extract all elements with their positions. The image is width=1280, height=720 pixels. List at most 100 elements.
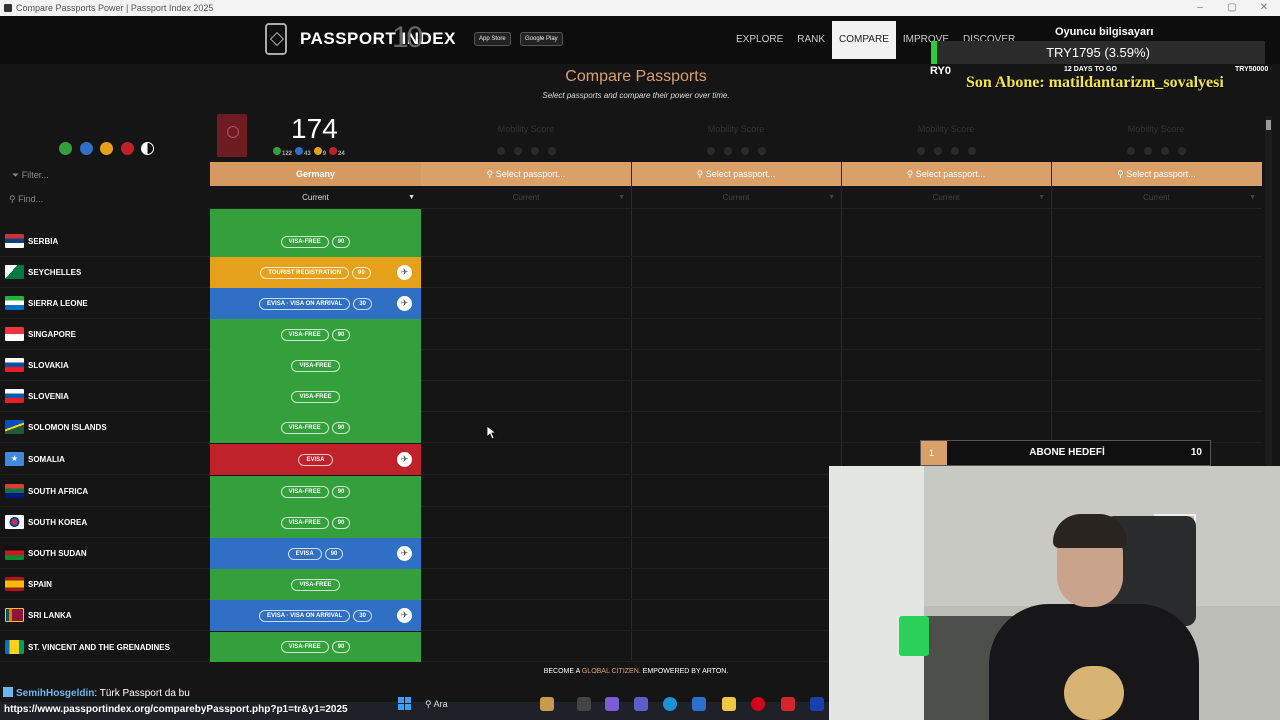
visa-cell[interactable]: VISA-FREE 90 [210,632,421,662]
country-name: SERBIA [28,237,59,246]
footer-link-arton[interactable]: ARTON. [702,668,728,675]
visa-days-pill: 90 [331,516,351,529]
visa-cell[interactable]: VISA-FREE 90 [210,412,421,443]
table-row[interactable]: SEYCHELLES TOURIST REGISTRATION 90 ✈ [0,257,1262,288]
filter-visa-free-dot[interactable] [59,142,72,155]
visa-cell[interactable]: VISA-FREE [210,569,421,600]
visa-cell[interactable]: VISA-FREE 90 [210,226,421,257]
find-field[interactable]: ⚲ Find... [9,194,43,205]
table-row[interactable]: SOLOMON ISLANDS VISA-FREE 90 [0,412,1262,443]
chat-username: SemihHosgeldin [16,688,95,699]
count-visa-required: 24 [329,147,345,157]
table-row[interactable]: SIERRA LEONE EVISA · VISA ON ARRIVAL 30 ✈ [0,288,1262,319]
copilot-icon[interactable] [605,697,619,711]
scrollbar-thumb[interactable] [1266,120,1271,130]
phone-icon [265,23,287,55]
app-icon[interactable] [810,697,824,711]
flag-singapore [5,327,24,341]
store-icon[interactable] [692,697,706,711]
teams-icon[interactable] [634,697,648,711]
table-row[interactable]: SLOVENIA VISA-FREE [0,381,1262,412]
passport-cover-image[interactable] [217,114,247,157]
close-icon[interactable]: ✕ [1248,0,1280,16]
visa-cell[interactable]: VISA-FREE 90 [210,476,421,507]
opera-icon[interactable] [751,697,765,711]
time-select-slot-3[interactable]: Current ▼ [841,187,1051,209]
filter-evisa-arrival-dot[interactable] [80,142,93,155]
chevron-down-icon: ▼ [1038,194,1045,201]
app-store-button[interactable]: App Store [474,32,511,46]
windows-start-icon[interactable] [398,697,412,711]
taskbar-search[interactable]: ⚲ Ara [425,697,448,711]
table-row[interactable]: SERBIA VISA-FREE 90 [0,226,1262,257]
visa-status-pill: VISA-FREE [280,421,329,434]
plane-icon[interactable]: ✈ [397,608,412,623]
contrast-toggle-icon[interactable] [141,142,154,155]
visa-cell[interactable]: EVISA · VISA ON ARRIVAL 30 ✈ [210,600,421,631]
time-select-slot-2[interactable]: Current ▼ [631,187,841,209]
minimize-icon[interactable]: – [1184,0,1216,16]
maximize-icon[interactable]: ▢ [1216,0,1248,16]
brand-logo[interactable]: PASSPORT INDEX 10 [300,21,456,54]
visa-cell[interactable]: EVISA 90 ✈ [210,538,421,569]
app-icon[interactable] [781,697,795,711]
find-placeholder: Find... [18,194,44,204]
visa-days-pill: 90 [324,547,344,560]
filter-field[interactable]: ⏷ Filter... [12,170,49,181]
flag-somalia: ★ [5,452,24,466]
donation-start: RY0 [930,65,951,77]
slot-1-mobility-label: Mobility Score [497,124,555,134]
country-name: SPAIN [28,580,52,589]
time-select-slot-4[interactable]: Current ▼ [1051,187,1262,209]
filter-eta-dot[interactable] [100,142,113,155]
select-passport-1[interactable]: ⚲ Select passport... [421,162,631,186]
nav-rank[interactable]: RANK [790,21,832,59]
plane-icon[interactable]: ✈ [397,296,412,311]
table-row[interactable]: SLOVAKIA VISA-FREE [0,350,1262,381]
column-germany[interactable]: Germany [210,162,421,186]
visa-cell[interactable]: EVISA ✈ [210,444,421,475]
visa-status-pill: EVISA · VISA ON ARRIVAL [259,297,351,310]
visa-cell[interactable]: VISA-FREE [210,350,421,381]
green-lamp [899,616,929,656]
google-play-button[interactable]: Google Play [520,32,563,46]
nav-compare[interactable]: COMPARE [832,21,896,59]
visa-cell[interactable]: TOURIST REGISTRATION 90 ✈ [210,257,421,288]
flag-serbia [5,234,24,248]
select-passport-2[interactable]: ⚲ Select passport... [631,162,841,186]
nav-explore[interactable]: EXPLORE [729,21,790,59]
table-row[interactable]: SINGAPORE VISA-FREE 90 [0,319,1262,350]
brand-mark: 10 [392,21,423,54]
flag-south-sudan [5,546,24,560]
visa-cell[interactable]: EVISA · VISA ON ARRIVAL 30 ✈ [210,288,421,319]
mobility-score: 174 [291,113,338,144]
flag-seychelles [5,265,24,279]
edge-icon[interactable] [663,697,677,711]
plane-icon[interactable]: ✈ [397,546,412,561]
donation-amount: TRY1795 (3.59%) [1046,45,1150,60]
task-view-icon[interactable] [577,697,591,711]
time-select-germany[interactable]: Current ▼ [210,187,421,209]
time-select-slot-1[interactable]: Current ▼ [421,187,631,209]
select-passport-1-label: Select passport... [495,169,566,179]
chevron-down-icon: ▼ [408,194,415,201]
filter-visa-required-dot[interactable] [121,142,134,155]
slot-3-dots [841,147,1051,155]
country-name: SOLOMON ISLANDS [28,423,107,432]
mouse-cursor-icon [486,425,498,445]
select-passport-3[interactable]: ⚲ Select passport... [841,162,1051,186]
visa-cell[interactable]: VISA-FREE [210,381,421,412]
time-select-label: Current [722,193,750,202]
footer-link-global-citizen[interactable]: GLOBAL CITIZEN. [582,668,641,675]
plane-icon[interactable]: ✈ [397,265,412,280]
visa-cell[interactable]: VISA-FREE 90 [210,319,421,350]
visa-status-pill: EVISA · VISA ON ARRIVAL [259,609,351,622]
visa-cell[interactable]: VISA-FREE 90 [210,507,421,538]
plane-icon[interactable]: ✈ [397,452,412,467]
select-passport-4[interactable]: ⚲ Select passport... [1051,162,1262,186]
visa-days-pill: 90 [331,641,351,653]
widgets-icon[interactable] [540,697,554,711]
file-explorer-icon[interactable] [722,697,736,711]
footer-text: BECOME A [543,668,580,675]
visa-status-pill: TOURIST REGISTRATION [260,266,350,279]
